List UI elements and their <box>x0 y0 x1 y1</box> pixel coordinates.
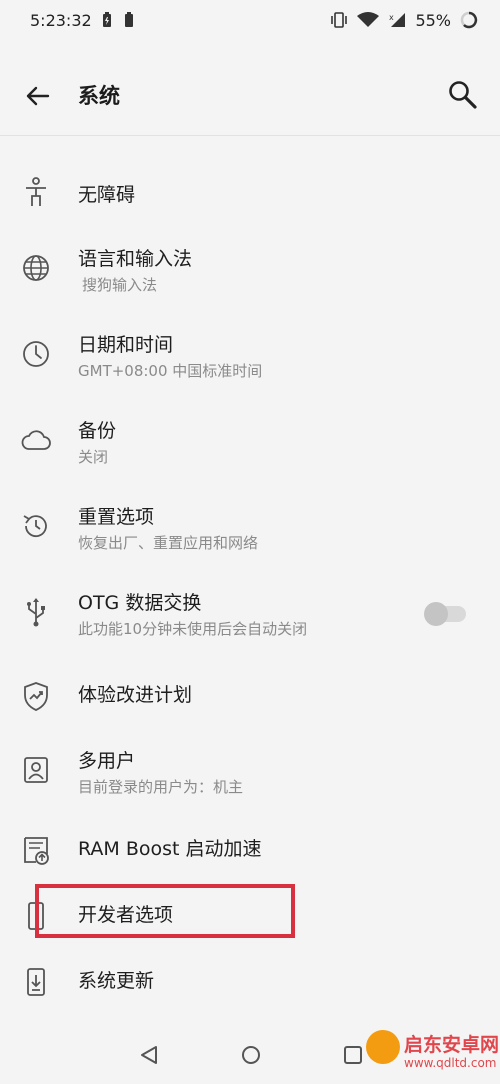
list-item-accessibility[interactable]: 无障碍 <box>0 164 500 220</box>
battery-percent: 55% <box>415 10 451 30</box>
item-label: OTG 数据交换 <box>78 592 202 614</box>
list-item-otg[interactable]: OTG 数据交换 此功能10分钟未使用后会自动关闭 <box>0 582 500 646</box>
globe-icon <box>23 255 49 281</box>
nav-home-icon[interactable] <box>240 1044 262 1066</box>
item-subtitle: 此功能10分钟未使用后会自动关闭 <box>78 620 308 638</box>
item-label: 体验改进计划 <box>78 684 193 706</box>
watermark-logo-icon <box>366 1030 400 1064</box>
usb-icon <box>27 598 45 627</box>
search-icon[interactable] <box>446 78 480 112</box>
nav-back-icon[interactable] <box>138 1044 160 1066</box>
list-item-language[interactable]: 语言和输入法 搜狗输入法 <box>0 238 500 302</box>
system-update-icon <box>27 968 45 996</box>
list-item-multi-user[interactable]: 多用户 目前登录的用户为：机主 <box>0 740 500 804</box>
battery-ring-icon <box>460 11 478 29</box>
watermark: 启东安卓网 www.qdltd.com <box>366 1028 499 1080</box>
item-subtitle: 搜狗输入法 <box>82 276 158 294</box>
ram-boost-icon <box>24 837 49 865</box>
highlight-box <box>35 884 295 938</box>
battery-icon <box>124 12 133 27</box>
signal-icon: x <box>389 13 406 27</box>
status-left-icons <box>102 12 134 28</box>
list-item-reset[interactable]: 重置选项 恢复出厂、重置应用和网络 <box>0 496 500 560</box>
back-arrow-icon[interactable] <box>22 80 54 112</box>
item-label: 多用户 <box>78 750 136 772</box>
user-icon <box>24 757 48 783</box>
clock-icon <box>23 341 49 367</box>
item-label: RAM Boost 启动加速 <box>78 838 262 860</box>
list-item-system-update[interactable]: 系统更新 <box>0 956 500 1012</box>
item-label: 日期和时间 <box>78 334 174 356</box>
cloud-icon <box>21 430 51 450</box>
item-label: 系统更新 <box>78 970 155 992</box>
item-subtitle: 恢复出厂、重置应用和网络 <box>78 534 259 552</box>
vibrate-icon <box>331 12 348 28</box>
status-bar: 5:23:32 x 55% <box>0 0 500 40</box>
status-right-icons: x 55% <box>330 11 478 30</box>
page-title: 系统 <box>78 84 120 108</box>
status-time: 5:23:32 <box>30 10 92 30</box>
item-label: 备份 <box>78 420 117 442</box>
shield-chart-icon <box>24 682 48 711</box>
item-subtitle: 关闭 <box>78 448 109 466</box>
watermark-text: 启东安卓网 <box>404 1034 500 1056</box>
otg-toggle-switch[interactable] <box>424 602 466 626</box>
item-subtitle: GMT+08:00 中国标准时间 <box>78 362 263 380</box>
list-item-date-time[interactable]: 日期和时间 GMT+08:00 中国标准时间 <box>0 324 500 388</box>
accessibility-icon <box>26 177 46 206</box>
item-subtitle: 目前登录的用户为：机主 <box>78 778 244 796</box>
nav-recent-icon[interactable] <box>342 1044 364 1066</box>
list-item-backup[interactable]: 备份 关闭 <box>0 410 500 474</box>
watermark-url: www.qdltd.com <box>404 1056 497 1070</box>
item-label: 无障碍 <box>78 184 136 206</box>
list-item-experience-plan[interactable]: 体验改进计划 <box>0 668 500 724</box>
wifi-icon <box>357 12 380 27</box>
svg-text:x: x <box>389 13 394 22</box>
item-label: 语言和输入法 <box>78 248 193 270</box>
app-bar: 系统 <box>0 58 500 136</box>
reset-history-icon <box>23 515 47 538</box>
list-item-ram-boost[interactable]: RAM Boost 启动加速 <box>0 822 500 878</box>
item-label: 重置选项 <box>78 506 155 528</box>
battery-charging-icon <box>102 12 111 27</box>
